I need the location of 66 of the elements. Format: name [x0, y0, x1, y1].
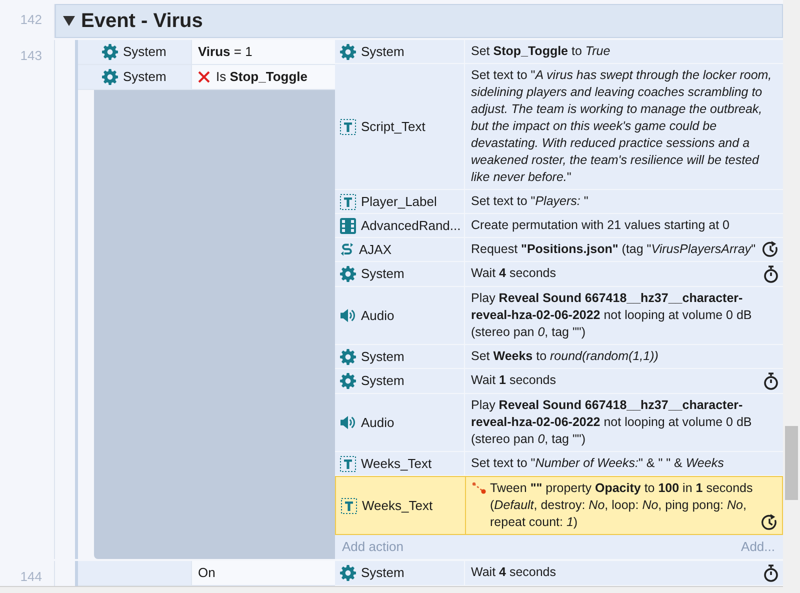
grid-icon — [340, 218, 356, 234]
action-text: Create permutation with 21 values starting at 0 — [471, 217, 730, 234]
gear-icon — [340, 44, 356, 60]
object-name: System — [361, 348, 404, 366]
action-text: Tween "" property Opacity to 100 in 1 seconds (Default, destroy: No, loop: No, ping pong: No, repeat count: 1) — [490, 480, 754, 531]
gear-icon — [340, 565, 356, 581]
scrollbar-thumb[interactable] — [785, 426, 798, 500]
gear-icon — [340, 373, 356, 389]
horizontal-scrollbar[interactable] — [0, 586, 783, 593]
action-row[interactable]: Weeks_Text Tween "" property Opacity to 100 in 1 seconds (Default, destroy: No, loop: No, ping pong: No, repeat count: 1) — [335, 476, 783, 535]
action-row[interactable]: Audio Play Reveal Sound 667418__hz37__character-reveal-hza-02-06-2022 not looping at volume 0 dB (stereo pan 0, tag "") — [335, 394, 783, 452]
object-name: System — [123, 43, 166, 62]
text-object-icon — [341, 498, 357, 514]
action-text: Set text to "Players: " — [471, 193, 590, 210]
action-row[interactable]: System Set Stop_Toggle to True — [335, 40, 783, 64]
cross-icon — [198, 71, 210, 83]
action-text: Set text to "Number of Weeks:" & " " & Weeks — [471, 455, 725, 472]
action-row[interactable]: System Set Weeks to round(random(1,1)) — [335, 345, 783, 369]
action-row[interactable]: AdvancedRand... Create permutation with 21 values starting at 0 — [335, 214, 783, 238]
gear-icon — [102, 44, 118, 60]
object-name: Weeks_Text — [362, 496, 433, 515]
object-name: Audio — [361, 414, 394, 432]
object-name: System — [361, 372, 404, 390]
action-text: Play Reveal Sound 667418__hz37__character-reveal-hza-02-06-2022 not looping at volume 0 dB (stereo pan 0, tag "") — [471, 290, 753, 341]
object-name: Script_Text — [361, 118, 426, 136]
action-row[interactable]: System Wait 1 seconds — [335, 369, 783, 394]
object-name: AJAX — [359, 240, 392, 259]
object-name: System — [361, 564, 404, 582]
action-row[interactable]: Player_Label Set text to "Players: " — [335, 190, 783, 214]
line-number: 143 — [20, 48, 42, 63]
object-name: System — [123, 68, 166, 86]
group-title: Event - Virus — [81, 9, 203, 34]
condition-text: Virus = 1 — [198, 43, 252, 62]
text-object-icon — [340, 118, 356, 134]
gear-icon — [102, 69, 118, 85]
text-object-icon — [340, 194, 356, 210]
object-name: AdvancedRand... — [361, 216, 461, 235]
line-number: 144 — [20, 569, 42, 584]
collapse-triangle-icon[interactable] — [63, 16, 75, 26]
speaker-icon — [340, 308, 356, 323]
object-name: Weeks_Text — [361, 454, 432, 473]
object-name: Audio — [361, 306, 394, 325]
action-text: Set Stop_Toggle to True — [471, 43, 612, 60]
action-row[interactable]: AJAX Request "Positions.json" (tag "VirusPlayersArray" — [335, 238, 783, 262]
group-header[interactable]: Event - Virus — [55, 4, 783, 38]
object-name: System — [361, 265, 404, 284]
sync-arrows-icon — [340, 242, 354, 258]
action-text: Wait 1 seconds — [471, 372, 557, 389]
text-object-icon — [340, 456, 356, 472]
action-text: Set Weeks to round(random(1,1)) — [471, 348, 660, 365]
action-row[interactable]: Audio Play Reveal Sound 667418__hz37__character-reveal-hza-02-06-2022 not looping at volume 0 dB (stereo pan 0, tag "") — [335, 287, 783, 345]
line-number: 142 — [20, 12, 42, 27]
object-name: Player_Label — [361, 192, 437, 211]
condition-text: Is Stop_Toggle — [216, 68, 308, 86]
scrollbar[interactable] — [783, 0, 800, 593]
action-text: Request "Positions.json" (tag "VirusPlayersArray" — [471, 241, 756, 258]
action-text: Set text to "A virus has swept through the locker room, sidelining players and leaving coaches scrambling to adjust. The team is working to manage the outbreak, but the impact on this week's game could be devastating. With reduced practice sessions and a weakened roster, the team's resilience will be tested like never before." — [471, 67, 773, 186]
action-row[interactable]: System Wait 4 seconds — [335, 262, 783, 287]
condition-text: On — [198, 564, 216, 582]
object-name: System — [361, 42, 404, 61]
gear-icon — [340, 266, 356, 282]
action-text: Play Reveal Sound 667418__hz37__character-reveal-hza-02-06-2022 not looping at volume 0 dB (stereo pan 0, tag "") — [471, 397, 753, 448]
speaker-icon — [340, 415, 356, 430]
action-text: Wait 4 seconds — [471, 564, 557, 581]
gear-icon — [340, 348, 356, 364]
action-text: Wait 4 seconds — [471, 265, 557, 282]
